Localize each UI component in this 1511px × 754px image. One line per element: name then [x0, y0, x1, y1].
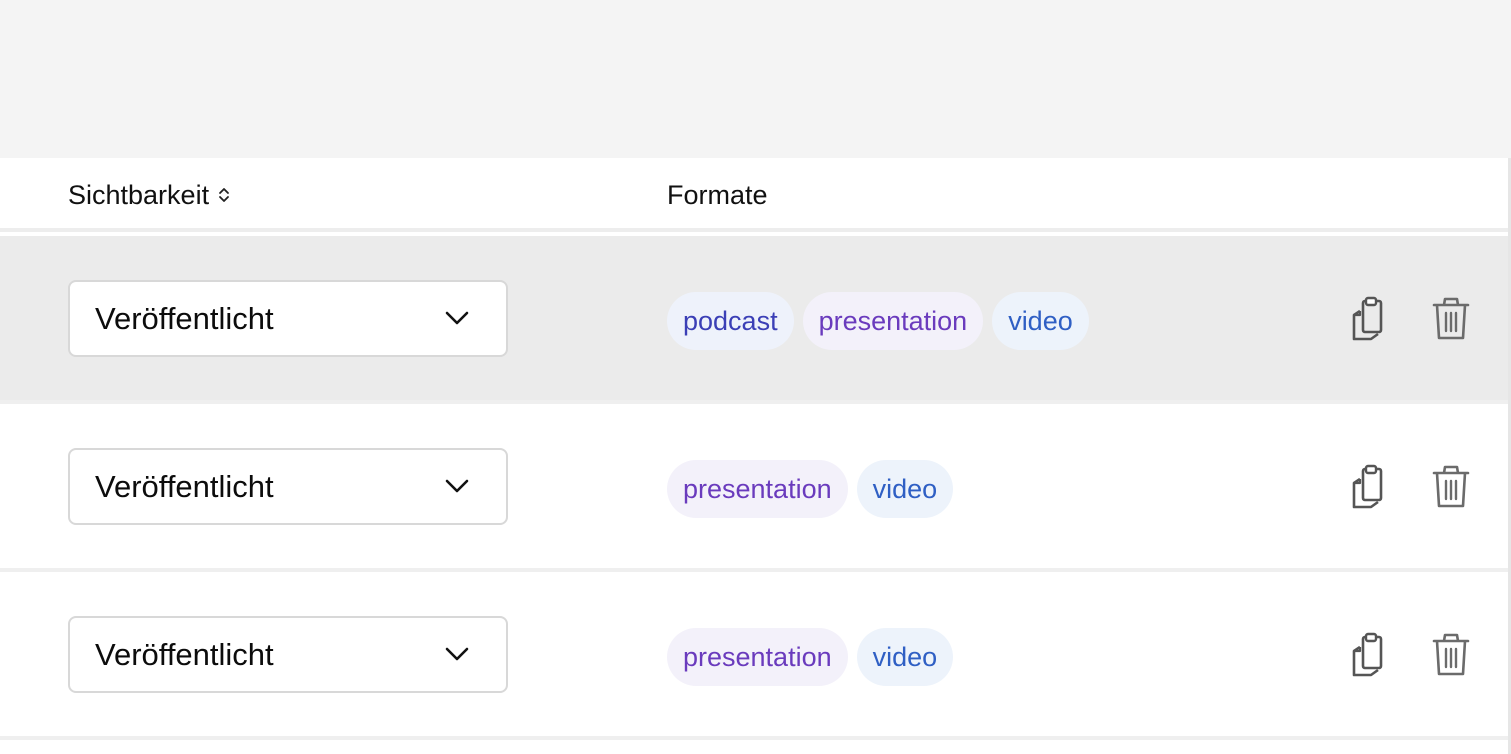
row-actions — [1350, 464, 1480, 514]
visibility-select[interactable]: Veröffentlicht — [68, 448, 508, 525]
row-actions — [1350, 296, 1480, 346]
row-actions — [1350, 632, 1480, 682]
table-row: Veröffentlicht presentation video — [0, 404, 1508, 568]
chevron-down-icon — [445, 311, 469, 325]
format-tag: video — [856, 460, 954, 518]
formats-tag-list: presentation video — [667, 628, 954, 686]
copy-icon[interactable] — [1350, 464, 1392, 512]
visibility-select-value: Veröffentlicht — [95, 468, 274, 504]
row-divider — [0, 736, 1508, 740]
format-tag: presentation — [802, 292, 984, 350]
trash-icon[interactable] — [1430, 296, 1472, 344]
trash-icon[interactable] — [1430, 464, 1472, 512]
column-header-formats-label: Formate — [667, 179, 768, 210]
top-toolbar-area — [0, 0, 1511, 158]
table-row: Veröffentlicht podcast presentation vide… — [0, 236, 1508, 400]
visibility-select[interactable]: Veröffentlicht — [68, 280, 508, 357]
format-tag: video — [856, 628, 954, 686]
sort-updown-icon[interactable] — [217, 184, 231, 206]
format-tag: podcast — [667, 292, 794, 350]
visibility-select-value: Veröffentlicht — [95, 300, 274, 336]
chevron-down-icon — [445, 479, 469, 493]
column-header-formats: Formate — [667, 158, 768, 232]
format-tag: video — [992, 292, 1089, 350]
table-row: Veröffentlicht presentation video — [0, 572, 1508, 736]
visibility-select[interactable]: Veröffentlicht — [68, 616, 508, 693]
visibility-select-value: Veröffentlicht — [95, 636, 274, 672]
chevron-down-icon — [445, 647, 469, 661]
trash-icon[interactable] — [1430, 632, 1472, 680]
format-tag: presentation — [667, 460, 848, 518]
formats-tag-list: presentation video — [667, 460, 954, 518]
copy-icon[interactable] — [1350, 296, 1392, 344]
table-header: Sichtbarkeit Formate — [0, 158, 1508, 232]
data-table: Sichtbarkeit Formate Veröffentlicht podc… — [0, 158, 1508, 754]
column-header-visibility-label: Sichtbarkeit — [68, 179, 210, 210]
format-tag: presentation — [667, 628, 848, 686]
copy-icon[interactable] — [1350, 632, 1392, 680]
column-header-visibility[interactable]: Sichtbarkeit — [68, 158, 231, 232]
formats-tag-list: podcast presentation video — [667, 292, 1089, 350]
